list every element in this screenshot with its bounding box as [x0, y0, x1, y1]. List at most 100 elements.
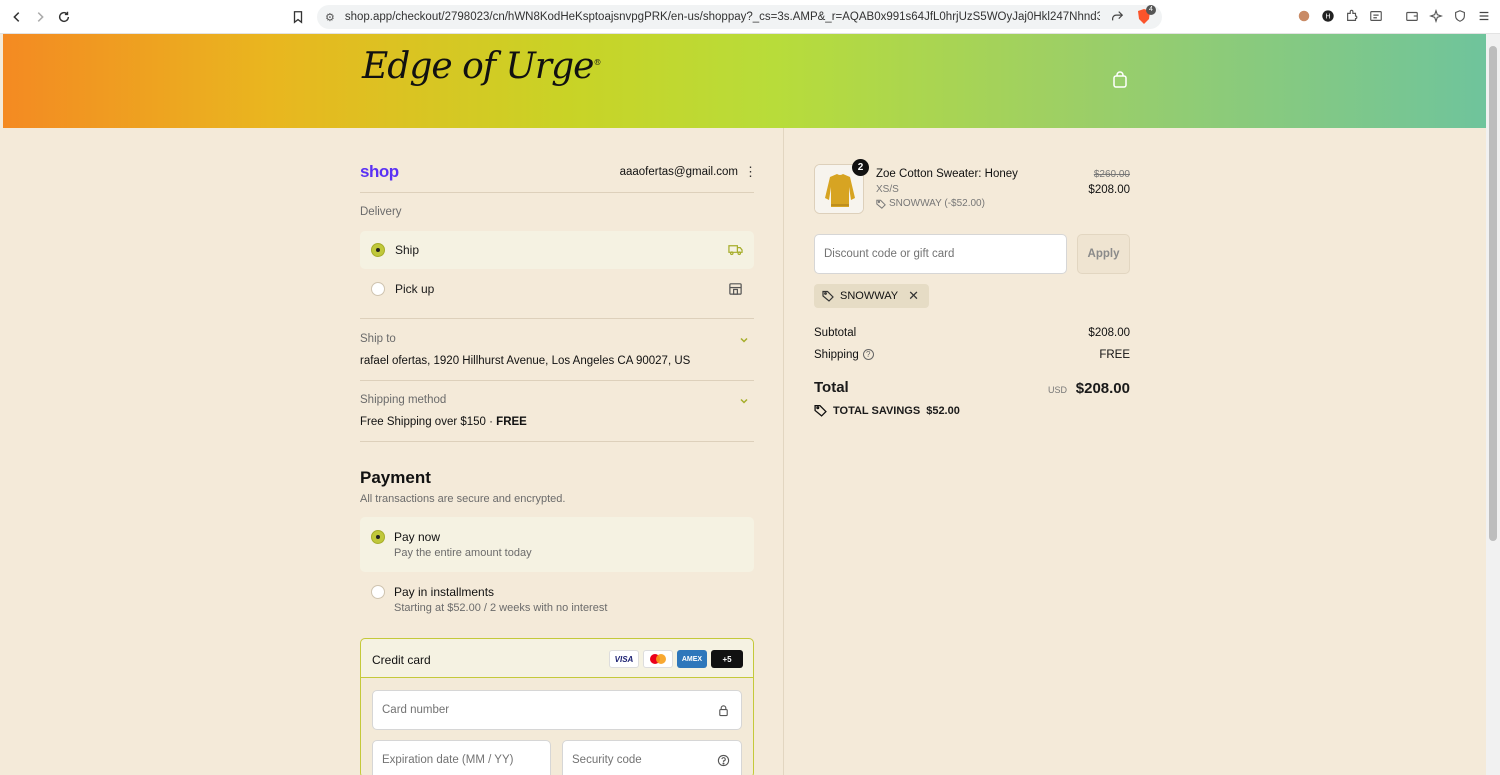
radio-unselected[interactable]	[371, 585, 385, 599]
extension-icon[interactable]	[1296, 8, 1312, 24]
remove-discount-icon[interactable]: ✕	[908, 288, 919, 304]
lock-icon	[717, 704, 730, 717]
shipping-row: Shipping? FREE	[814, 349, 1130, 361]
shield-badge: 4	[1146, 5, 1156, 15]
forward-icon[interactable]	[29, 6, 51, 28]
browser-toolbar: ⚙ shop.app/checkout/2798023/cn/hWN8KodHe…	[0, 0, 1500, 34]
registered-mark: ®	[593, 58, 601, 67]
payment-heading: Payment	[360, 468, 431, 487]
site-settings-icon[interactable]: ⚙	[325, 11, 335, 24]
product-discount: SNOWWAY (-$52.00)	[876, 198, 985, 209]
payment-option-title: Pay now	[394, 530, 441, 544]
shipping-method-label: Shipping method	[360, 394, 447, 406]
shipping-method-text: Free Shipping over $150 ·	[360, 416, 497, 428]
extension-icon[interactable]: H	[1320, 8, 1336, 24]
applied-discount-chip: SNOWWAY ✕	[814, 284, 929, 308]
discount-code-input[interactable]	[815, 235, 1066, 273]
total-currency: USD	[1047, 385, 1067, 395]
mastercard-logo	[643, 650, 673, 668]
payment-option-installments[interactable]: Pay in installments Starting at $52.00 /…	[360, 572, 754, 627]
tag-icon	[876, 199, 886, 209]
product-discount-text: SNOWWAY (-$52.00)	[889, 198, 985, 209]
help-circle-icon[interactable]	[717, 754, 730, 767]
more-options-icon[interactable]: ⋮	[744, 165, 757, 179]
delivery-option-ship[interactable]: Ship	[360, 231, 754, 269]
shipping-value: FREE	[1099, 349, 1130, 361]
store-logo[interactable]: Edge of Urge®	[362, 46, 601, 87]
product-variant: XS/S	[876, 184, 899, 195]
chevron-down-icon[interactable]	[738, 394, 750, 406]
credit-card-header[interactable]: Credit card VISA AMEX +5	[361, 639, 753, 678]
extensions-area: H	[1296, 8, 1492, 24]
reload-icon[interactable]	[53, 6, 75, 28]
visa-logo: VISA	[609, 650, 639, 668]
subtotal-row: Subtotal $208.00	[814, 327, 1130, 339]
credit-card-label: Credit card	[372, 653, 431, 667]
menu-icon[interactable]	[1476, 8, 1492, 24]
puzzle-icon[interactable]	[1344, 8, 1360, 24]
product-price: $208.00	[1088, 184, 1130, 196]
account-email: aaaofertas@gmail.com	[619, 166, 738, 178]
tag-icon	[814, 404, 827, 417]
store-logo-text: Edge of Urge	[362, 46, 594, 87]
brave-shield-icon[interactable]: 4	[1136, 5, 1156, 28]
back-icon[interactable]	[6, 6, 28, 28]
order-summary-panel	[784, 128, 1486, 775]
tag-icon	[822, 290, 834, 302]
svg-text:H: H	[1325, 13, 1330, 21]
divider	[360, 318, 754, 319]
savings-label: TOTAL SAVINGS	[833, 404, 921, 417]
apply-button[interactable]: Apply	[1077, 234, 1130, 274]
ship-to-address: rafael ofertas, 1920 Hillhurst Avenue, L…	[360, 355, 691, 367]
url-text: shop.app/checkout/2798023/cn/hWN8KodHeKs…	[344, 11, 1100, 23]
store-header	[3, 34, 1486, 128]
vpn-shield-icon[interactable]	[1452, 8, 1468, 24]
radio-selected[interactable]	[371, 530, 385, 544]
bookmark-icon[interactable]	[287, 6, 309, 28]
payment-option-desc: Pay the entire amount today	[394, 547, 532, 559]
address-bar[interactable]: ⚙ shop.app/checkout/2798023/cn/hWN8KodHe…	[317, 5, 1162, 29]
radio-unselected[interactable]	[371, 282, 385, 296]
help-circle-icon[interactable]: ?	[862, 349, 874, 361]
payment-subtitle: All transactions are secure and encrypte…	[360, 493, 566, 505]
store-icon	[728, 281, 743, 296]
applied-discount-code: SNOWWAY	[840, 290, 899, 302]
discount-code-field[interactable]	[814, 234, 1067, 274]
divider	[360, 192, 754, 193]
leo-ai-icon[interactable]	[1428, 8, 1444, 24]
payment-option-pay-now[interactable]: Pay now Pay the entire amount today	[360, 517, 754, 572]
divider	[360, 380, 754, 381]
card-number-input[interactable]	[373, 691, 741, 729]
product-name: Zoe Cotton Sweater: Honey	[876, 168, 1018, 180]
chevron-down-icon[interactable]	[738, 333, 750, 345]
credit-card-section: Credit card VISA AMEX +5	[360, 638, 754, 775]
security-code-input[interactable]	[563, 741, 741, 775]
page-scrollbar[interactable]	[1486, 34, 1500, 775]
total-value: $208.00	[1075, 380, 1130, 397]
savings-value: $52.00	[926, 404, 960, 417]
wallet-icon[interactable]	[1404, 8, 1420, 24]
ship-to-label: Ship to	[360, 333, 396, 345]
subtotal-label: Subtotal	[814, 327, 857, 339]
delivery-option-label: Ship	[395, 243, 420, 257]
payment-option-title: Pay in installments	[394, 585, 495, 599]
shipping-method-price: FREE	[496, 416, 527, 428]
total-label: Total	[814, 379, 849, 396]
delivery-option-pickup[interactable]: Pick up	[360, 270, 754, 308]
card-number-field[interactable]	[372, 690, 742, 730]
reader-icon[interactable]	[1368, 8, 1384, 24]
delivery-option-label: Pick up	[395, 282, 435, 296]
total-savings: TOTAL SAVINGS $52.00	[814, 404, 960, 417]
security-code-field[interactable]	[562, 740, 742, 775]
expiration-date-input[interactable]	[373, 741, 550, 775]
share-icon[interactable]	[1110, 9, 1124, 26]
shipping-label: Shipping	[814, 349, 859, 361]
column-divider	[783, 128, 784, 775]
shopping-bag-icon[interactable]	[1110, 70, 1130, 90]
expiration-date-field[interactable]	[372, 740, 551, 775]
card-brands: VISA AMEX +5	[609, 650, 743, 668]
shop-pay-logo: shop	[360, 162, 399, 181]
radio-selected[interactable]	[371, 243, 385, 257]
more-cards-badge: +5	[711, 650, 743, 668]
scrollbar-thumb[interactable]	[1489, 46, 1497, 541]
